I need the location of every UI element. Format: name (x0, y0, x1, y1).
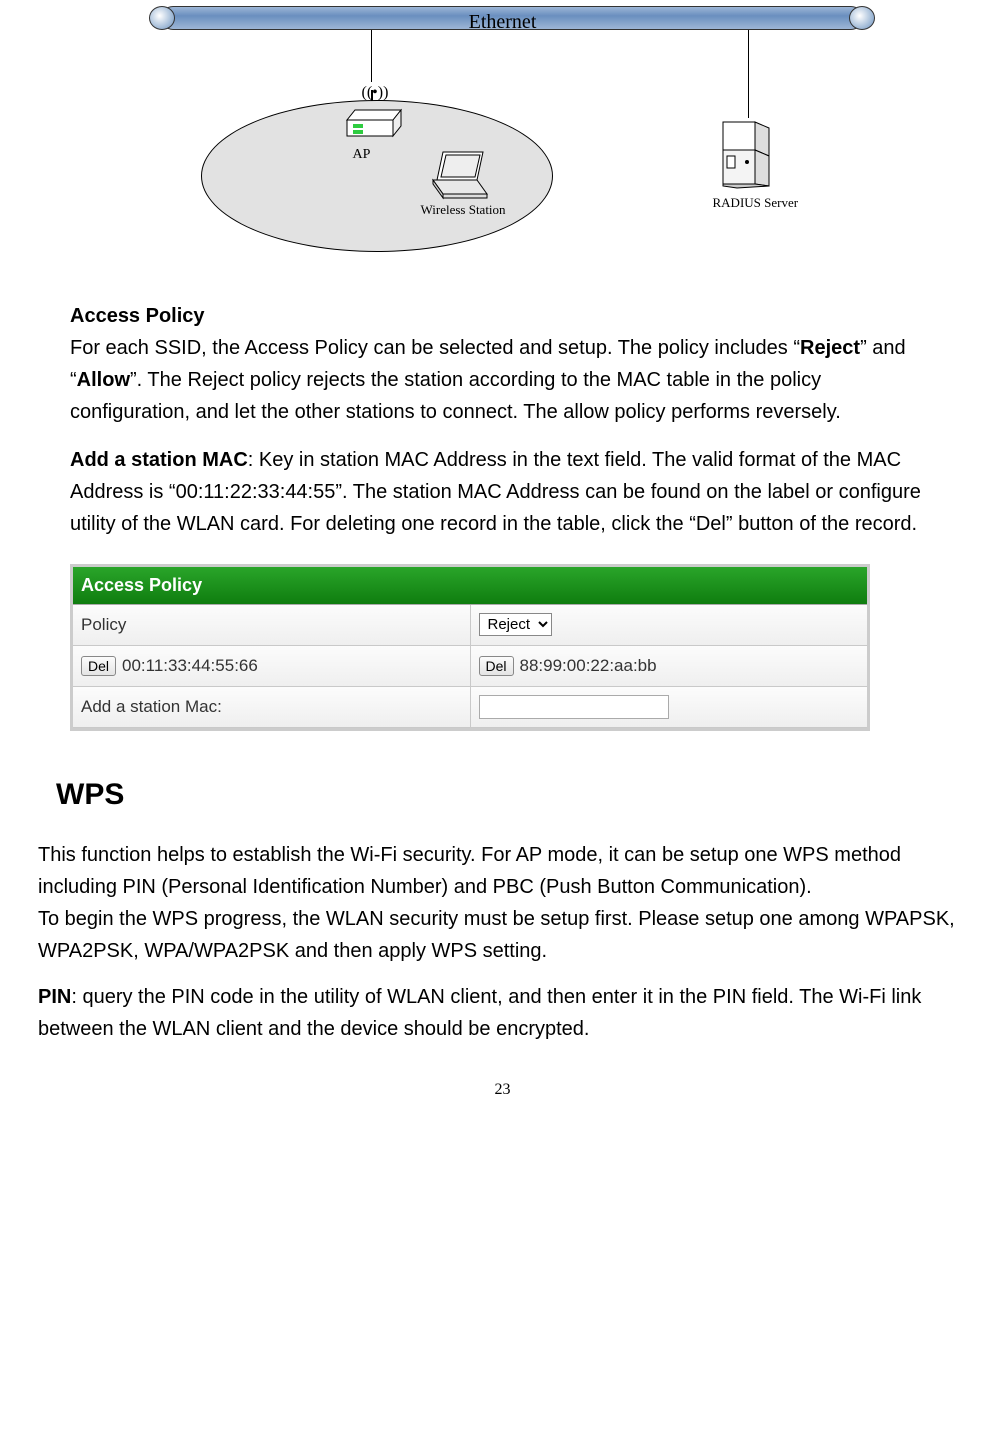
mac-value-1: 00:11:33:44:55:66 (122, 652, 258, 679)
access-policy-panel: Access Policy Policy Reject Del 00:11:33… (70, 564, 870, 731)
access-policy-paragraph: Access Policy For each SSID, the Access … (70, 300, 935, 428)
policy-row: Policy Reject (73, 605, 867, 646)
wps-paragraph-1: This function helps to establish the Wi-… (38, 839, 967, 967)
wireless-station-icon (423, 150, 493, 200)
mac-row: Del 00:11:33:44:55:66 Del 88:99:00:22:aa… (73, 646, 867, 687)
access-point-icon (343, 108, 405, 142)
add-mac-input[interactable] (479, 695, 669, 719)
del-button-1[interactable]: Del (81, 656, 116, 676)
ap-label: AP (353, 144, 371, 166)
mac-value-2: 88:99:00:22:aa:bb (520, 652, 657, 679)
add-mac-label: Add a station Mac: (73, 687, 471, 727)
wps-pin-paragraph: PIN: query the PIN code in the utility o… (38, 981, 967, 1045)
add-mac-row: Add a station Mac: (73, 687, 867, 728)
network-diagram: Ethernet ((•)) AP (103, 0, 903, 280)
del-button-2[interactable]: Del (479, 656, 514, 676)
page-number: 23 (20, 1059, 985, 1111)
ethernet-label: Ethernet (103, 6, 903, 38)
radius-server-label: RADIUS Server (713, 193, 799, 214)
add-station-mac-paragraph: Add a station MAC: Key in station MAC Ad… (70, 444, 935, 540)
access-policy-heading: Access Policy (70, 305, 205, 327)
radius-server-icon (713, 120, 783, 190)
wireless-station-label: Wireless Station (421, 200, 506, 221)
policy-label: Policy (73, 605, 471, 645)
panel-title: Access Policy (73, 567, 867, 605)
policy-select[interactable]: Reject (479, 613, 552, 636)
antenna-icon: ((•)) (362, 75, 382, 103)
drop-line-server (748, 30, 749, 118)
wps-heading: WPS (20, 741, 985, 829)
